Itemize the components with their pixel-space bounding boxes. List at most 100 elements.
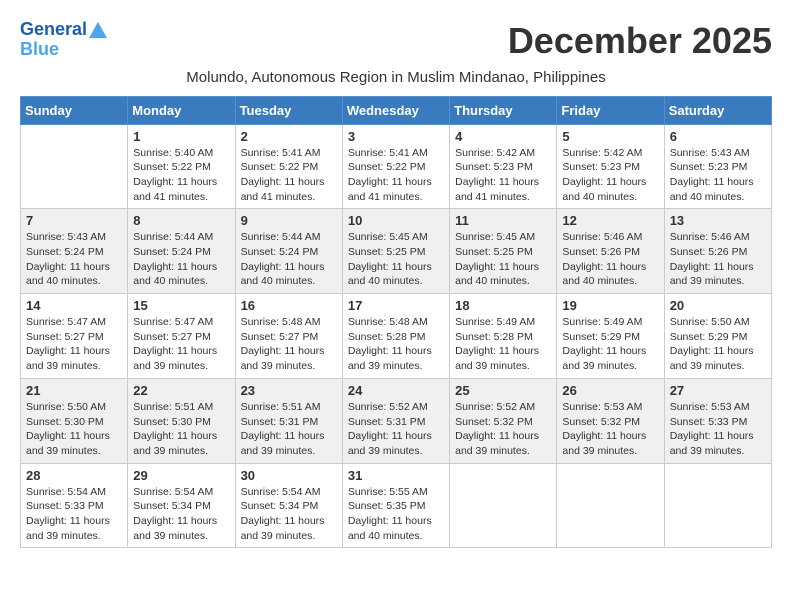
- calendar-cell: 9Sunrise: 5:44 AMSunset: 5:24 PMDaylight…: [235, 209, 342, 294]
- sunset-text: Sunset: 5:31 PM: [241, 415, 337, 430]
- daylight-text: Daylight: 11 hours and 40 minutes.: [348, 260, 444, 289]
- sunrise-text: Sunrise: 5:52 AM: [455, 400, 551, 415]
- sunrise-text: Sunrise: 5:44 AM: [133, 230, 229, 245]
- sunset-text: Sunset: 5:31 PM: [348, 415, 444, 430]
- weekday-header-wednesday: Wednesday: [342, 96, 449, 124]
- calendar-week-row: 14Sunrise: 5:47 AMSunset: 5:27 PMDayligh…: [21, 294, 772, 379]
- day-number: 15: [133, 298, 229, 313]
- sunrise-text: Sunrise: 5:41 AM: [348, 146, 444, 161]
- sunrise-text: Sunrise: 5:46 AM: [562, 230, 658, 245]
- day-number: 21: [26, 383, 122, 398]
- sunrise-text: Sunrise: 5:40 AM: [133, 146, 229, 161]
- calendar-cell: 25Sunrise: 5:52 AMSunset: 5:32 PMDayligh…: [450, 378, 557, 463]
- sunrise-text: Sunrise: 5:43 AM: [670, 146, 766, 161]
- calendar-cell: 8Sunrise: 5:44 AMSunset: 5:24 PMDaylight…: [128, 209, 235, 294]
- sunset-text: Sunset: 5:22 PM: [348, 160, 444, 175]
- daylight-text: Daylight: 11 hours and 40 minutes.: [26, 260, 122, 289]
- sunset-text: Sunset: 5:28 PM: [455, 330, 551, 345]
- weekday-header-friday: Friday: [557, 96, 664, 124]
- daylight-text: Daylight: 11 hours and 40 minutes.: [348, 514, 444, 543]
- sunset-text: Sunset: 5:25 PM: [455, 245, 551, 260]
- calendar-cell: 28Sunrise: 5:54 AMSunset: 5:33 PMDayligh…: [21, 463, 128, 548]
- calendar-cell: 19 Sunrise: 5:49 AMSunset: 5:29 PMDayligh…: [557, 294, 664, 379]
- sunset-text: Sunset: 5:30 PM: [26, 415, 122, 430]
- day-number: 1: [133, 129, 229, 144]
- calendar-cell: 2Sunrise: 5:41 AMSunset: 5:22 PMDaylight…: [235, 124, 342, 209]
- cell-content: Sunrise: 5:49 AMSunset: 5:29 PMDaylight:…: [562, 315, 658, 374]
- calendar-cell: 21Sunrise: 5:50 AMSunset: 5:30 PMDayligh…: [21, 378, 128, 463]
- sunset-text: Sunset: 5:32 PM: [455, 415, 551, 430]
- daylight-text: Daylight: 11 hours and 41 minutes.: [348, 175, 444, 204]
- calendar-cell: 13 Sunrise: 5:46 AMSunset: 5:26 PMDayligh…: [664, 209, 771, 294]
- day-number: 10: [348, 213, 444, 228]
- cell-content: Sunrise: 5:54 AMSunset: 5:33 PMDaylight:…: [26, 485, 122, 544]
- day-number: 3: [348, 129, 444, 144]
- sunset-text: Sunset: 5:35 PM: [348, 499, 444, 514]
- daylight-text: Daylight: 11 hours and 39 minutes.: [26, 344, 122, 373]
- daylight-text: Daylight: 11 hours and 41 minutes.: [455, 175, 551, 204]
- day-number: 4: [455, 129, 551, 144]
- day-number: 24: [348, 383, 444, 398]
- cell-content: Sunrise: 5:44 AMSunset: 5:24 PMDaylight:…: [133, 230, 229, 289]
- day-number: 19: [562, 298, 658, 313]
- sunrise-text: Sunrise: 5:47 AM: [133, 315, 229, 330]
- calendar-week-row: 28Sunrise: 5:54 AMSunset: 5:33 PMDayligh…: [21, 463, 772, 548]
- day-number: 22: [133, 383, 229, 398]
- calendar-cell: 14Sunrise: 5:47 AMSunset: 5:27 PMDayligh…: [21, 294, 128, 379]
- weekday-header-row: SundayMondayTuesdayWednesdayThursdayFrid…: [21, 96, 772, 124]
- calendar-cell: 26 Sunrise: 5:53 AMSunset: 5:32 PMDayligh…: [557, 378, 664, 463]
- calendar-cell: 20Sunrise: 5:50 AMSunset: 5:29 PMDayligh…: [664, 294, 771, 379]
- calendar-cell: 6Sunrise: 5:43 AMSunset: 5:23 PMDaylight…: [664, 124, 771, 209]
- day-number: 29: [133, 468, 229, 483]
- calendar-cell: 27Sunrise: 5:53 AMSunset: 5:33 PMDayligh…: [664, 378, 771, 463]
- sunset-text: Sunset: 5:23 PM: [670, 160, 766, 175]
- sunset-text: Sunset: 5:29 PM: [670, 330, 766, 345]
- logo-line1: General: [20, 20, 107, 40]
- sunset-text: Sunset: 5:26 PM: [562, 245, 658, 260]
- sunrise-text: Sunrise: 5:47 AM: [26, 315, 122, 330]
- cell-content: Sunrise: 5:53 AMSunset: 5:32 PMDaylight:…: [562, 400, 658, 459]
- cell-content: Sunrise: 5:45 AMSunset: 5:25 PMDaylight:…: [348, 230, 444, 289]
- sunset-text: Sunset: 5:22 PM: [241, 160, 337, 175]
- daylight-text: Daylight: 11 hours and 39 minutes.: [133, 344, 229, 373]
- calendar-cell: 24Sunrise: 5:52 AMSunset: 5:31 PMDayligh…: [342, 378, 449, 463]
- sunrise-text: Sunrise: 5:53 AM: [670, 400, 766, 415]
- location-subtitle: Molundo, Autonomous Region in Muslim Min…: [20, 69, 772, 86]
- calendar-table: SundayMondayTuesdayWednesdayThursdayFrid…: [20, 96, 772, 549]
- sunrise-text: Sunrise: 5:55 AM: [348, 485, 444, 500]
- cell-content: Sunrise: 5:40 AMSunset: 5:22 PMDaylight:…: [133, 146, 229, 205]
- daylight-text: Daylight: 11 hours and 39 minutes.: [26, 514, 122, 543]
- cell-content: Sunrise: 5:51 AMSunset: 5:31 PMDaylight:…: [241, 400, 337, 459]
- sunset-text: Sunset: 5:26 PM: [670, 245, 766, 260]
- calendar-cell: [557, 463, 664, 548]
- daylight-text: Daylight: 11 hours and 40 minutes.: [562, 260, 658, 289]
- sunrise-text: Sunrise: 5:43 AM: [26, 230, 122, 245]
- calendar-cell: 18 Sunrise: 5:49 AMSunset: 5:28 PMDayligh…: [450, 294, 557, 379]
- cell-content: Sunrise: 5:53 AMSunset: 5:33 PMDaylight:…: [670, 400, 766, 459]
- cell-content: Sunrise: 5:46 AMSunset: 5:26 PMDaylight:…: [562, 230, 658, 289]
- cell-content: Sunrise: 5:54 AMSunset: 5:34 PMDaylight:…: [241, 485, 337, 544]
- sunrise-text: Sunrise: 5:41 AM: [241, 146, 337, 161]
- calendar-cell: 12Sunrise: 5:46 AMSunset: 5:26 PMDayligh…: [557, 209, 664, 294]
- sunrise-text: Sunrise: 5:45 AM: [455, 230, 551, 245]
- sunset-text: Sunset: 5:34 PM: [133, 499, 229, 514]
- sunrise-text: Sunrise: 5:48 AM: [241, 315, 337, 330]
- calendar-week-row: 1Sunrise: 5:40 AMSunset: 5:22 PMDaylight…: [21, 124, 772, 209]
- day-number: 18: [455, 298, 551, 313]
- day-number: 13: [670, 213, 766, 228]
- sunrise-text: Sunrise: 5:48 AM: [348, 315, 444, 330]
- sunrise-text: Sunrise: 5:45 AM: [348, 230, 444, 245]
- cell-content: Sunrise: 5:41 AMSunset: 5:22 PMDaylight:…: [348, 146, 444, 205]
- sunset-text: Sunset: 5:32 PM: [562, 415, 658, 430]
- day-number: 26: [562, 383, 658, 398]
- sunrise-text: Sunrise: 5:49 AM: [455, 315, 551, 330]
- logo-line2: Blue: [20, 40, 107, 60]
- cell-content: Sunrise: 5:46 AMSunset: 5:26 PMDaylight:…: [670, 230, 766, 289]
- sunrise-text: Sunrise: 5:51 AM: [241, 400, 337, 415]
- day-number: 6: [670, 129, 766, 144]
- calendar-week-row: 21Sunrise: 5:50 AMSunset: 5:30 PMDayligh…: [21, 378, 772, 463]
- sunrise-text: Sunrise: 5:53 AM: [562, 400, 658, 415]
- calendar-cell: 3 Sunrise: 5:41 AMSunset: 5:22 PMDaylight…: [342, 124, 449, 209]
- cell-content: Sunrise: 5:49 AMSunset: 5:28 PMDaylight:…: [455, 315, 551, 374]
- daylight-text: Daylight: 11 hours and 40 minutes.: [133, 260, 229, 289]
